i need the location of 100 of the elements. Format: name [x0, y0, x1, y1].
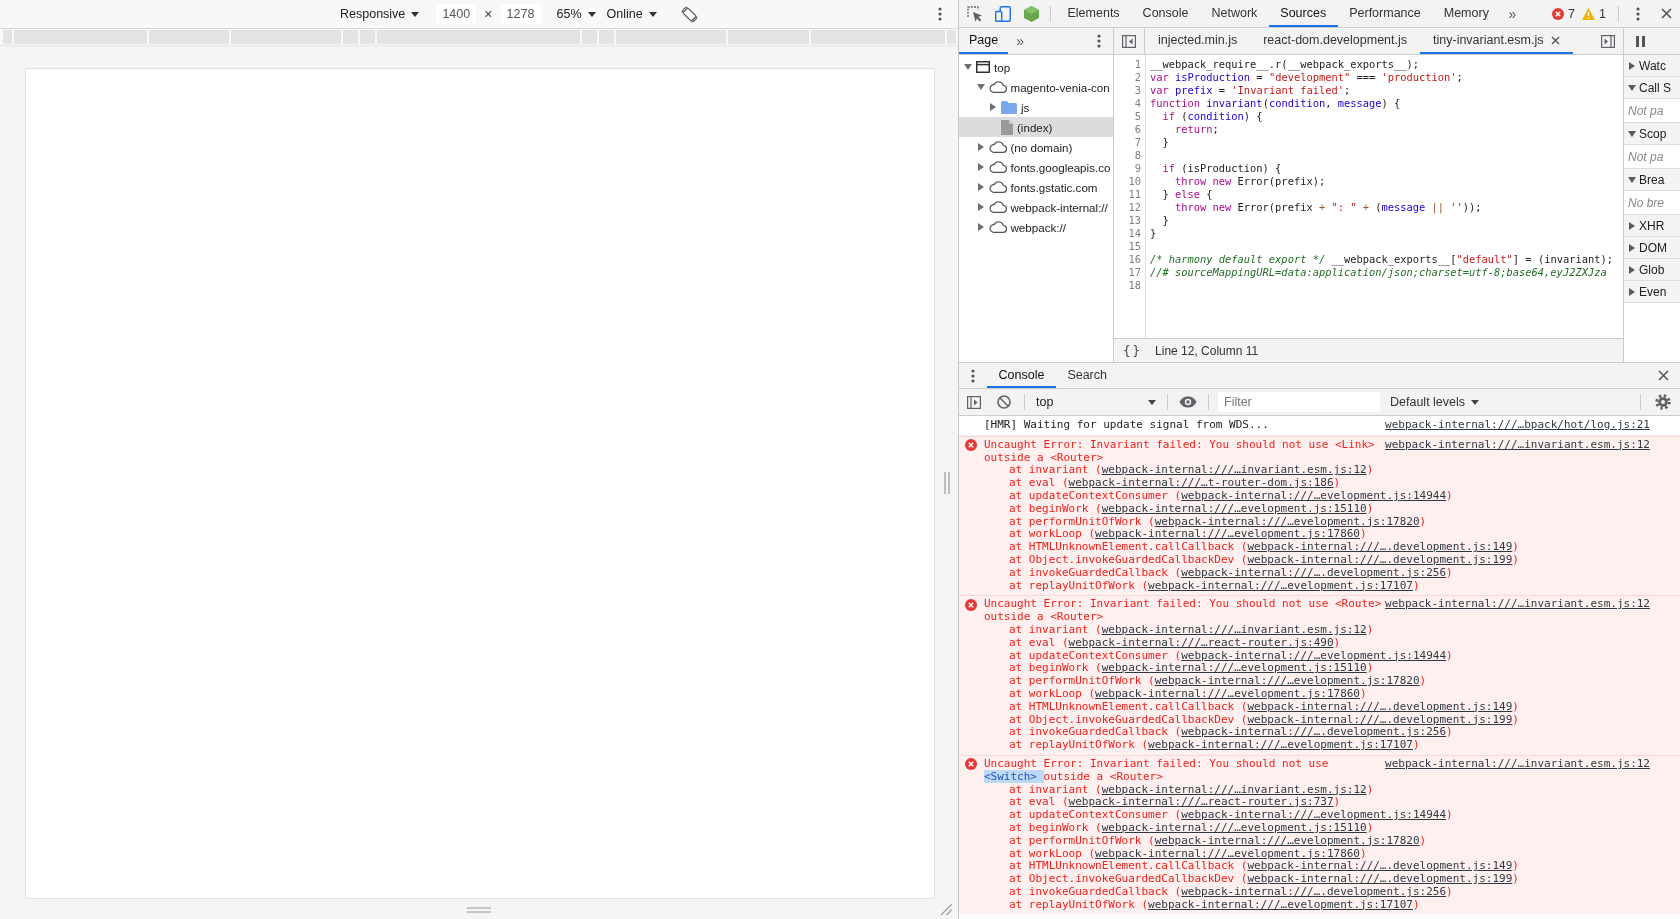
sidebar-toggle-icon[interactable] — [967, 395, 981, 409]
source-link[interactable]: webpack-internal:///…evelopment.js:14944 — [1181, 489, 1447, 502]
source-link[interactable]: webpack-internal:///…evelopment.js:17820 — [1154, 514, 1420, 528]
source-link[interactable]: webpack-internal:///…invariant.esm.js:12 — [1101, 622, 1367, 636]
tree-item[interactable]: webpack:// — [959, 217, 1113, 237]
section-header[interactable]: Call S — [1624, 77, 1680, 99]
source-link[interactable]: webpack-internal:///…bpack/hot/log.js:21 — [1385, 419, 1650, 432]
file-tab[interactable]: injected.min.js — [1145, 28, 1251, 54]
section-header[interactable]: Glob — [1624, 259, 1680, 281]
settings-icon[interactable] — [1655, 394, 1671, 410]
source-link[interactable]: webpack-internal:///…invariant.esm.js:12 — [1101, 782, 1367, 796]
source-link[interactable]: webpack-internal:///…evelopment.js:15110 — [1101, 661, 1367, 675]
section-header[interactable]: Brea — [1624, 169, 1680, 191]
close-icon[interactable] — [1660, 8, 1672, 19]
devices-icon[interactable] — [995, 5, 1011, 22]
source-link[interactable]: webpack-internal:///…evelopment.js:17107 — [1148, 897, 1413, 911]
rotate-icon[interactable] — [680, 5, 698, 23]
error-count[interactable]: 7 — [1568, 6, 1576, 21]
disclosure-triangle-icon[interactable] — [976, 84, 985, 90]
source-link[interactable]: webpack-internal:///…evelopment.js:17107 — [1148, 578, 1413, 592]
source-link[interactable]: webpack-internal:///…evelopment.js:14944 — [1181, 808, 1447, 822]
tree-item[interactable]: js — [959, 97, 1113, 117]
source-link[interactable]: webpack-internal:///…evelopment.js:17107 — [1148, 738, 1413, 752]
file-tab[interactable]: tiny-invariant.esm.js — [1420, 28, 1574, 54]
levels-dropdown[interactable]: Default levels — [1390, 395, 1480, 409]
more-tabs-button[interactable]: » — [1500, 0, 1525, 27]
source-link[interactable]: webpack-internal:///…react-router.js:737 — [1068, 795, 1334, 809]
close-icon[interactable] — [1657, 370, 1669, 381]
sidebar-toggle-icon[interactable] — [1601, 34, 1615, 48]
source-link[interactable]: webpack-internal:///…evelopment.js:14944 — [1181, 648, 1447, 662]
source-link[interactable]: webpack-internal:///….development.js:199 — [1247, 712, 1513, 726]
more-options-icon[interactable] — [1097, 34, 1101, 48]
hexagon-icon[interactable] — [1023, 5, 1039, 22]
panel-tab[interactable]: Memory — [1432, 0, 1501, 27]
source-link[interactable]: webpack-internal:///….development.js:199 — [1247, 552, 1513, 566]
format-button[interactable]: {} — [1123, 343, 1143, 358]
source-link[interactable]: webpack-internal:///…evelopment.js:15110 — [1101, 820, 1367, 834]
tree-item[interactable]: fonts.gstatic.com — [959, 177, 1113, 197]
disclosure-triangle-icon[interactable] — [977, 203, 984, 211]
navigator-tab[interactable]: Page — [959, 28, 1009, 54]
tree-item[interactable]: fonts.googleapis.co — [959, 157, 1113, 177]
clear-console-icon[interactable] — [997, 395, 1011, 409]
more-options-icon[interactable] — [971, 368, 975, 383]
resize-corner-icon[interactable] — [940, 903, 952, 915]
sidebar-toggle-icon[interactable] — [1122, 34, 1136, 48]
source-link[interactable]: webpack-internal:///…evelopment.js:17860 — [1095, 527, 1360, 541]
section-header[interactable]: Watc — [1624, 55, 1680, 77]
source-link[interactable]: webpack-internal:///…t-router-dom.js:186 — [1068, 476, 1334, 490]
device-mode-dropdown[interactable]: Responsive — [340, 7, 420, 21]
network-dropdown[interactable]: Online — [606, 7, 657, 21]
panel-tab[interactable]: Console — [1131, 0, 1200, 27]
pause-icon[interactable] — [1636, 35, 1645, 47]
disclosure-triangle-icon[interactable] — [977, 223, 984, 231]
source-link[interactable]: webpack-internal:///….development.js:199 — [1247, 872, 1513, 886]
disclosure-triangle-icon[interactable] — [977, 143, 984, 151]
disclosure-triangle-icon[interactable] — [977, 163, 984, 171]
source-link[interactable]: webpack-internal:///….development.js:149 — [1247, 699, 1513, 713]
disclosure-triangle-icon[interactable] — [964, 64, 972, 70]
tree-item[interactable]: webpack-internal:// — [959, 197, 1113, 217]
zoom-dropdown[interactable]: 65% — [556, 7, 596, 21]
panel-tab[interactable]: Performance — [1337, 0, 1433, 27]
file-tab[interactable]: react-dom.development.js — [1250, 28, 1421, 54]
resize-handle-icon[interactable] — [467, 907, 491, 913]
width-field[interactable]: 1400 — [436, 4, 477, 24]
section-header[interactable]: Even — [1624, 281, 1680, 303]
source-link[interactable]: webpack-internal:///….development.js:256 — [1181, 565, 1447, 579]
source-link[interactable]: webpack-internal:///….development.js:149 — [1247, 540, 1513, 554]
source-link[interactable]: webpack-internal:///…react-router.js:490 — [1068, 635, 1334, 649]
source-link[interactable]: webpack-internal:///…evelopment.js:17820 — [1154, 833, 1420, 847]
warning-count[interactable]: 1 — [1599, 6, 1606, 21]
more-options-icon[interactable] — [938, 7, 942, 21]
inspect-element-icon[interactable] — [967, 5, 983, 22]
source-link[interactable]: webpack-internal:///…invariant.esm.js:12 — [1385, 598, 1650, 612]
tree-item[interactable]: (no domain) — [959, 137, 1113, 157]
source-link[interactable]: webpack-internal:///….development.js:256 — [1181, 725, 1447, 739]
close-icon[interactable] — [1551, 35, 1561, 45]
panel-tab[interactable]: Elements — [1056, 0, 1132, 27]
source-link[interactable]: webpack-internal:///…invariant.esm.js:12 — [1385, 757, 1650, 771]
source-link[interactable]: webpack-internal:///….development.js:256 — [1181, 884, 1447, 898]
context-dropdown[interactable]: top — [1030, 392, 1162, 412]
drawer-tab[interactable]: Search — [1055, 363, 1119, 388]
height-field[interactable]: 1278 — [500, 4, 541, 24]
section-header[interactable]: Scop — [1624, 123, 1680, 145]
panel-tab[interactable]: Network — [1200, 0, 1269, 27]
source-link[interactable]: webpack-internal:///…evelopment.js:17860 — [1095, 846, 1360, 860]
tree-item[interactable]: (index) — [959, 117, 1113, 137]
disclosure-triangle-icon[interactable] — [990, 103, 996, 111]
more-tabs-button[interactable]: » — [1008, 28, 1032, 54]
tree-item[interactable]: magento-venia-con — [959, 77, 1113, 97]
disclosure-triangle-icon[interactable] — [977, 183, 984, 191]
source-link[interactable]: webpack-internal:///…evelopment.js:15110 — [1101, 501, 1367, 515]
source-link[interactable]: webpack-internal:///…evelopment.js:17820 — [1154, 674, 1420, 688]
filter-input[interactable]: Filter — [1218, 392, 1380, 412]
more-options-icon[interactable] — [1636, 6, 1640, 21]
source-link[interactable]: webpack-internal:///…invariant.esm.js:12 — [1101, 463, 1367, 477]
source-link[interactable]: webpack-internal:///…evelopment.js:17860 — [1095, 686, 1360, 700]
eye-icon[interactable] — [1179, 396, 1197, 408]
source-link[interactable]: webpack-internal:///….development.js:149 — [1247, 859, 1513, 873]
section-header[interactable]: XHR — [1624, 215, 1680, 237]
source-link[interactable]: webpack-internal:///…invariant.esm.js:12 — [1385, 438, 1650, 452]
